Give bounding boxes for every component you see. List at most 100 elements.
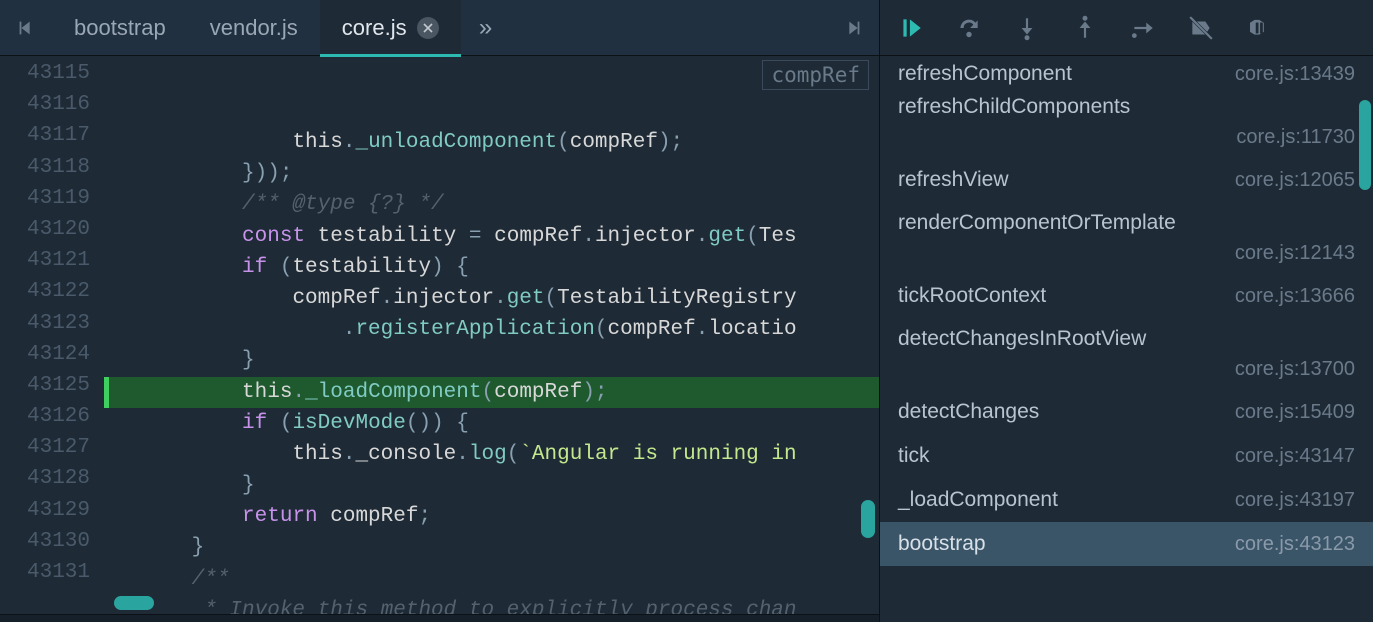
callstack-location: core.js:12065 xyxy=(1235,169,1355,192)
callstack-function-name: refreshChildComponents xyxy=(898,92,1355,122)
line-number: 43121 xyxy=(0,245,104,276)
callstack-function-name: _loadComponent xyxy=(898,488,1058,512)
tab-label: vendor.js xyxy=(210,15,298,41)
callstack-frame[interactable]: refreshViewcore.js:12065 xyxy=(880,158,1373,202)
token-fn: log xyxy=(469,443,507,466)
token-var: injector xyxy=(393,287,494,310)
callstack-list[interactable]: refreshComponentcore.js:13439refreshChil… xyxy=(880,56,1373,622)
callstack-frame[interactable]: detectChangescore.js:15409 xyxy=(880,390,1373,434)
code-line[interactable]: if (testability) { xyxy=(104,252,879,283)
code-line[interactable]: return compRef; xyxy=(104,501,879,532)
callstack-location: core.js:43197 xyxy=(1235,489,1355,512)
code-line[interactable]: const testability = compRef.injector.get… xyxy=(104,221,879,252)
line-number: 43119 xyxy=(0,183,104,214)
callstack-frame[interactable]: _loadComponent core.js:43197 xyxy=(880,478,1373,522)
devtools-root: bootstrap vendor.js core.js » 431154311643… xyxy=(0,0,1373,622)
token-var: compRef xyxy=(494,381,582,404)
callstack-frame[interactable]: tickRootContextcore.js:13666 xyxy=(880,274,1373,318)
token-kw: if xyxy=(242,256,280,279)
editor-footer-border xyxy=(0,614,879,622)
pause-button[interactable] xyxy=(1244,8,1274,48)
step-button[interactable] xyxy=(1128,8,1158,48)
callstack-location: core.js:11730 xyxy=(898,122,1355,152)
callstack-frame[interactable]: detectChangesInRootViewcore.js:13700 xyxy=(880,318,1373,390)
callstack-location: core.js:12143 xyxy=(898,238,1355,268)
line-number: 43123 xyxy=(0,308,104,339)
token-comment: * Invoke this method to explicitly proce… xyxy=(204,599,796,614)
editor-horizontal-scrollbar[interactable] xyxy=(114,596,154,610)
tab-overflow-button[interactable]: » xyxy=(461,14,511,42)
code-line[interactable]: } xyxy=(104,532,879,563)
token-punc: = xyxy=(469,225,494,248)
token-punc: ( xyxy=(545,287,558,310)
token-punc: ); xyxy=(658,131,683,154)
callstack-frame[interactable]: bootstrapcore.js:43123 xyxy=(880,522,1373,566)
step-over-icon xyxy=(956,15,982,41)
resume-icon xyxy=(898,15,924,41)
code-line[interactable]: if (isDevMode()) { xyxy=(104,408,879,439)
token-punc: ( xyxy=(280,412,293,435)
token-punc: ( xyxy=(482,381,495,404)
tab-nav-prev-button[interactable] xyxy=(0,0,52,56)
code-line[interactable]: } xyxy=(104,470,879,501)
debug-vertical-scrollbar[interactable] xyxy=(1359,100,1371,190)
editor-vertical-scrollbar[interactable] xyxy=(861,500,875,538)
step-over-button[interactable] xyxy=(954,8,984,48)
tab-nav-next-button[interactable] xyxy=(827,0,879,56)
editor-body[interactable]: 4311543116431174311843119431204312143122… xyxy=(0,56,879,614)
callstack-frame[interactable]: renderComponentOrTemplatecore.js:12143 xyxy=(880,202,1373,274)
token-punc: } xyxy=(242,349,255,372)
code-line[interactable]: * Invoke this method to explicitly proce… xyxy=(104,595,879,614)
token-fn: get xyxy=(507,287,545,310)
line-number: 43130 xyxy=(0,526,104,557)
code-line[interactable]: this._unloadComponent(compRef); xyxy=(104,127,879,158)
tab-core-js[interactable]: core.js xyxy=(320,0,461,56)
callstack-function-name: refreshComponent xyxy=(898,62,1072,86)
token-var: locatio xyxy=(708,318,796,341)
token-punc: ) { xyxy=(431,256,469,279)
callstack-frame[interactable]: refreshComponentcore.js:13439 xyxy=(880,56,1373,86)
code-area[interactable]: compRef this._unloadComponent(compRef); … xyxy=(104,56,879,614)
token-var: compRef xyxy=(494,225,582,248)
line-number: 43126 xyxy=(0,401,104,432)
token-kw: const xyxy=(242,225,318,248)
token-fn: registerApplication xyxy=(355,318,594,341)
token-punc: ( xyxy=(507,443,520,466)
token-kw: return xyxy=(242,505,330,528)
code-line[interactable]: })); xyxy=(104,158,879,189)
step-into-icon xyxy=(1014,15,1040,41)
tab-bootstrap[interactable]: bootstrap xyxy=(52,0,188,56)
code-line[interactable]: /** @type {?} */ xyxy=(104,189,879,220)
token-punc: ; xyxy=(418,505,431,528)
token-fn: get xyxy=(708,225,746,248)
tab-vendor-js[interactable]: vendor.js xyxy=(188,0,320,56)
code-line[interactable]: this._console.log(`Angular is running in xyxy=(104,439,879,470)
step-icon xyxy=(1130,15,1156,41)
step-out-button[interactable] xyxy=(1070,8,1100,48)
token-var: injector xyxy=(595,225,696,248)
pause-icon xyxy=(1246,15,1272,41)
execution-line[interactable]: this._loadComponent(compRef); xyxy=(104,377,879,408)
line-number: 43122 xyxy=(0,276,104,307)
line-number: 43116 xyxy=(0,89,104,120)
line-number: 43128 xyxy=(0,463,104,494)
resume-button[interactable] xyxy=(896,8,926,48)
callstack-frame[interactable]: refreshChildComponentscore.js:11730 xyxy=(880,86,1373,158)
token-punc: } xyxy=(192,536,205,559)
token-punc: . xyxy=(381,287,394,310)
tab-close-button[interactable] xyxy=(417,17,439,39)
code-line[interactable]: compRef.injector.get(TestabilityRegistry xyxy=(104,283,879,314)
token-kw: if xyxy=(242,412,280,435)
token-var: _console xyxy=(355,443,456,466)
code-line[interactable]: } xyxy=(104,345,879,376)
code-line[interactable]: /** xyxy=(104,564,879,595)
debugger-toolbar xyxy=(880,0,1373,56)
token-punc: ( xyxy=(280,256,293,279)
callstack-frame[interactable]: tickcore.js:43147 xyxy=(880,434,1373,478)
code-line[interactable]: .registerApplication(compRef.locatio xyxy=(104,314,879,345)
line-number: 43120 xyxy=(0,214,104,245)
token-punc: ( xyxy=(746,225,759,248)
token-punc: })); xyxy=(242,162,292,185)
deactivate-breakpoints-button[interactable] xyxy=(1186,8,1216,48)
step-into-button[interactable] xyxy=(1012,8,1042,48)
